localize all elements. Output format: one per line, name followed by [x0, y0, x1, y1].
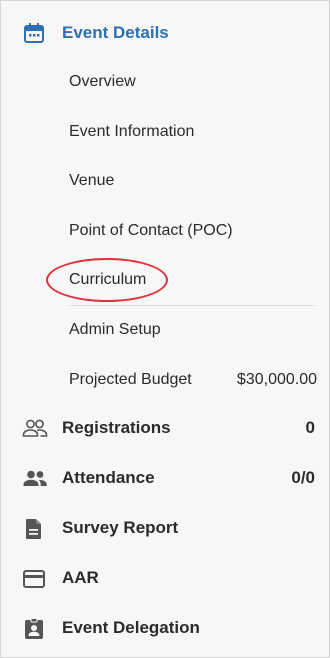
subitem-projected-budget[interactable]: Projected Budget $30,000.00: [69, 365, 319, 395]
card-icon: [22, 568, 46, 590]
subitem-point-of-contact[interactable]: Point of Contact (POC): [69, 216, 319, 246]
people-outline-icon: [22, 418, 48, 440]
subitem-overview[interactable]: Overview: [69, 67, 319, 97]
subitem-label: Venue: [69, 172, 115, 189]
document-icon: [22, 518, 46, 540]
nav-attendance[interactable]: Attendance 0/0: [1, 457, 330, 501]
subitem-admin-setup[interactable]: Admin Setup: [69, 315, 319, 345]
subitem-label: Curriculum: [69, 271, 147, 288]
section-title: Event Details: [62, 23, 169, 42]
attendance-count: 0/0: [291, 468, 315, 487]
nav-event-delegation[interactable]: Event Delegation: [1, 607, 330, 651]
subitem-label: Projected Budget: [69, 371, 192, 388]
nav-label: Survey Report: [62, 518, 179, 537]
registrations-count: 0: [305, 418, 315, 437]
nav-label: AAR: [62, 568, 99, 587]
nav-aar[interactable]: AAR: [1, 557, 330, 601]
subitem-label: Event Information: [69, 123, 195, 140]
clipboard-badge-icon: [22, 618, 46, 640]
nav-registrations[interactable]: Registrations 0: [1, 407, 330, 451]
section-event-details[interactable]: Event Details: [1, 11, 330, 55]
event-sidebar: Event Details Overview Event Information…: [0, 0, 330, 658]
nav-survey-report[interactable]: Survey Report: [1, 507, 330, 551]
budget-value: $30,000.00: [236, 371, 317, 388]
subitem-label: Point of Contact (POC): [69, 222, 233, 239]
nav-label: Event Delegation: [62, 618, 200, 637]
people-filled-icon: [22, 468, 47, 490]
subitem-label: Admin Setup: [69, 321, 161, 338]
subitem-curriculum[interactable]: Curriculum: [69, 265, 319, 295]
nav-label: Registrations: [62, 418, 171, 437]
calendar-icon: [23, 22, 45, 44]
subitem-venue[interactable]: Venue: [69, 166, 319, 196]
subitem-event-information[interactable]: Event Information: [69, 117, 319, 147]
nav-label: Attendance: [62, 468, 155, 487]
subitem-label: Overview: [69, 73, 136, 90]
divider: [69, 305, 315, 306]
